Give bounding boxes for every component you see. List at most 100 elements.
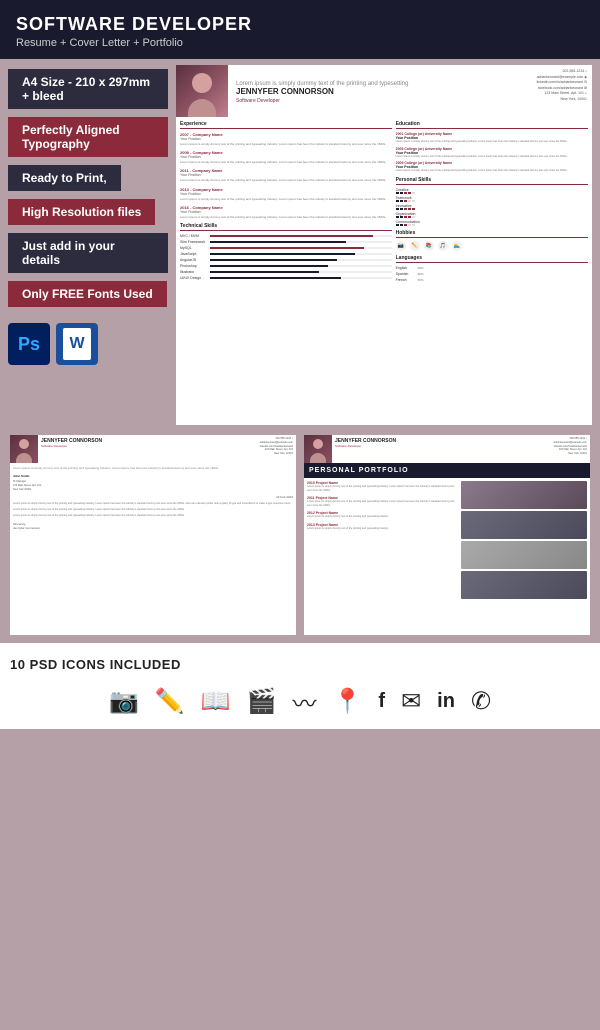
- cl-role: Software Developer: [41, 444, 254, 448]
- portfolio-projects: 2010 Project Name Lorem ipsum is simply …: [307, 481, 458, 601]
- rc-role: Software Developer: [236, 98, 506, 104]
- hobbies-section: Hobbies 📷 ✏️ 📚 🎵 🏊: [396, 230, 588, 251]
- pc-contact: 202-555-1234 ♪ adriankeonard@example.com…: [551, 435, 590, 463]
- tech-skills-section: Technical Skills MVC / MVM Slim Framewor…: [180, 223, 392, 280]
- pencil-icon: ✏️: [155, 687, 185, 716]
- education-title: Education: [396, 121, 588, 129]
- rc-left-col: Experience 2007 - Company Name Your Posi…: [180, 121, 392, 284]
- rc-photo-face: [192, 73, 212, 93]
- tech-skill-row: Photoshop: [180, 264, 392, 268]
- photoshop-icon: Ps: [8, 323, 50, 365]
- page-subtitle: Resume + Cover Letter + Portfolio: [16, 37, 584, 49]
- hobby-photography: 📷: [396, 241, 406, 251]
- portfolio-body: 2010 Project Name Lorem ipsum is simply …: [304, 478, 590, 604]
- feature-details: Just add in your details: [8, 233, 168, 273]
- portfolio-images: [461, 481, 587, 601]
- experience-title: Experience: [180, 121, 392, 129]
- feature-fonts: Only FREE Fonts Used: [8, 281, 167, 307]
- hobby-swim: 🏊: [452, 241, 462, 251]
- cl-body-text: Lorem ipsum is simply dummy text of the …: [10, 463, 296, 534]
- tech-skill-row: Illustrator: [180, 270, 392, 274]
- job-item: 2009 - Company Name Your Position Lorem …: [180, 150, 392, 164]
- tech-skill-row: Slim Framework: [180, 240, 392, 244]
- tech-skill-row: MySQL: [180, 246, 392, 250]
- resume-preview: Lorem ipsum is simply dummy text of the …: [176, 65, 592, 425]
- personal-skill-item: Innovative: [396, 204, 588, 210]
- personal-skill-item: Communication: [396, 220, 588, 226]
- linkedin-icon: in: [437, 690, 455, 713]
- lang-item: Spanish 80%: [396, 272, 588, 276]
- word-icon: [56, 323, 98, 365]
- tech-skill-row: AngularJS: [180, 258, 392, 262]
- tech-skill-row: MVC / MVM: [180, 234, 392, 238]
- project-3-desc: Lorem ipsum is simply dummy text of the …: [307, 515, 458, 519]
- personal-skill-item: Teamwork: [396, 196, 588, 202]
- icons-section-title: 10 PSD ICONS INCLUDED: [10, 657, 590, 672]
- features-panel: A4 Size - 210 x 297mm + bleed Perfectly A…: [8, 65, 168, 425]
- cl-photo: [10, 435, 38, 463]
- hobbies-title: Hobbies: [396, 230, 588, 238]
- location-icon: 📍: [333, 687, 363, 716]
- page-header: SOFTWARE DEVELOPER Resume + Cover Letter…: [0, 0, 600, 59]
- features-list: A4 Size - 210 x 297mm + bleed Perfectly A…: [8, 65, 168, 311]
- education-list: 2001 College (or) University Name Your P…: [396, 132, 588, 173]
- jobs-list: 2007 - Company Name Your Position Lorem …: [180, 132, 392, 219]
- lang-item: English 95%: [396, 266, 588, 270]
- personal-skill-item: Creative: [396, 188, 588, 194]
- project-4-desc: Lorem ipsum is simply dummy text of the …: [307, 527, 458, 531]
- portfolio-title: PERSONAL PORTFOLIO: [304, 463, 590, 478]
- email-icon: ✉: [401, 687, 421, 716]
- project-4: 2013 Project Name Lorem ipsum is simply …: [307, 523, 458, 531]
- cl-header: JENNYFER CONNORSON Software Developer 20…: [10, 435, 296, 463]
- phone-icon: ✆: [471, 687, 491, 716]
- word-icon-doc: [63, 328, 91, 360]
- personal-skill-item: Organization: [396, 212, 588, 218]
- lang-item: French 65%: [396, 278, 588, 282]
- tech-skill-row: UI/UX Design: [180, 276, 392, 280]
- bottom-previews: JENNYFER CONNORSON Software Developer 20…: [0, 431, 600, 643]
- tech-skills-list: MVC / MVM Slim Framework MySQL JavaScrip…: [180, 234, 392, 280]
- edu-item: 2001 College (or) University Name Your P…: [396, 132, 588, 144]
- project-3: 2012 Project Name Lorem ipsum is simply …: [307, 511, 458, 519]
- hobby-icons: 📷 ✏️ 📚 🎵 🏊: [396, 241, 588, 251]
- portfolio-card: JENNYFER CONNORSON Software Developer 20…: [304, 435, 590, 635]
- project-2: 2011 Project Name Lorem ipsum is simply …: [307, 496, 458, 507]
- page-title: SOFTWARE DEVELOPER: [16, 14, 584, 35]
- edu-item: 2009 College (or) University Name Your P…: [396, 161, 588, 173]
- hobby-books: 📚: [424, 241, 434, 251]
- tech-skill-row: JavaScript: [180, 252, 392, 256]
- portfolio-img-4: [461, 571, 587, 599]
- pc-face: [313, 439, 323, 449]
- feature-ready: Ready to Print,: [8, 165, 121, 191]
- job-item: 2013 - Company Name Your Position Lorem …: [180, 187, 392, 201]
- tech-skills-title: Technical Skills: [180, 223, 392, 231]
- icons-grid: 📷✏️📖🎬〰📍f✉in✆: [10, 684, 590, 719]
- edu-item: 2005 College (or) University Name Your P…: [396, 147, 588, 159]
- rc-header: Lorem ipsum is simply dummy text of the …: [176, 65, 592, 117]
- waves-icon: 〰: [293, 684, 317, 719]
- icons-section: 10 PSD ICONS INCLUDED 📷✏️📖🎬〰📍f✉in✆: [0, 643, 600, 729]
- job-item: 2011 - Company Name Your Position Lorem …: [180, 168, 392, 182]
- rc-contact: 202-555-1234 ♪ adriankeonard@example.com…: [512, 65, 592, 117]
- project-1-desc: Lorem ipsum is simply dummy text of the …: [307, 485, 458, 492]
- rc-name-area: Lorem ipsum is simply dummy text of the …: [228, 65, 512, 117]
- pc-header: JENNYFER CONNORSON Software Developer 20…: [304, 435, 590, 463]
- book-icon: 📖: [201, 687, 231, 716]
- pc-role: Software Developer: [335, 444, 548, 448]
- feature-a4: A4 Size - 210 x 297mm + bleed: [8, 69, 168, 109]
- film-icon: 🎬: [247, 687, 277, 716]
- portfolio-img-2: [461, 511, 587, 539]
- rc-body: Experience 2007 - Company Name Your Posi…: [176, 117, 592, 288]
- cover-letter-card: JENNYFER CONNORSON Software Developer 20…: [10, 435, 296, 635]
- hobby-drawing: ✏️: [410, 241, 420, 251]
- resume-card: Lorem ipsum is simply dummy text of the …: [176, 65, 592, 425]
- project-2-desc: Lorem ipsum is simply dummy text of the …: [307, 500, 458, 507]
- job-item: 2016 - Company Name Your Position Lorem …: [180, 205, 392, 219]
- languages-title: Languages: [396, 255, 588, 263]
- hobby-music: 🎵: [438, 241, 448, 251]
- pc-name-area: JENNYFER CONNORSON Software Developer: [332, 435, 551, 463]
- personal-skills-section: Personal Skills Creative Teamwork Innova…: [396, 177, 588, 226]
- cl-name-area: JENNYFER CONNORSON Software Developer: [38, 435, 257, 463]
- project-1: 2010 Project Name Lorem ipsum is simply …: [307, 481, 458, 492]
- feature-typo: Perfectly Aligned Typography: [8, 117, 168, 157]
